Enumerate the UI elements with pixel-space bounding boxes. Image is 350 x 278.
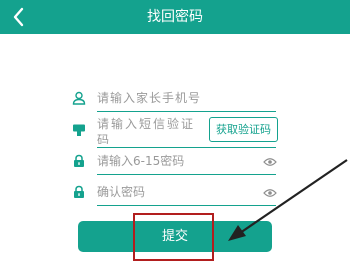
- confirm-password-input[interactable]: 确认密码: [97, 183, 145, 200]
- page-title: 找回密码: [147, 9, 203, 25]
- password-row: 请输入6-15密码: [70, 149, 277, 175]
- password-underline: [97, 174, 276, 175]
- confirm-password-row: 确认密码: [70, 180, 277, 206]
- lock-icon: [74, 185, 84, 198]
- highlight-box: [133, 213, 214, 261]
- eye-icon[interactable]: [263, 187, 277, 199]
- app-header: 找回密码: [0, 0, 350, 34]
- eye-icon[interactable]: [263, 156, 277, 168]
- sms-code-underline: [97, 147, 276, 148]
- message-icon: [73, 124, 85, 136]
- sms-code-row: 请输入短信验证码 获取验证码: [70, 112, 278, 148]
- password-input[interactable]: 请输入6-15密码: [97, 152, 184, 169]
- find-password-page: 找回密码 请输入家长手机号 请输入短信验证码 获取验证码 请输入6-15密码 确…: [0, 0, 350, 278]
- sms-code-placeholder: 请输入短信验证码: [97, 117, 196, 144]
- phone-input[interactable]: 请输入家长手机号: [97, 89, 201, 106]
- sms-code-input[interactable]: 请输入短信验证码: [97, 116, 205, 144]
- user-icon: [72, 91, 86, 105]
- get-code-button[interactable]: 获取验证码: [209, 117, 278, 142]
- phone-row: 请输入家长手机号: [70, 86, 276, 112]
- confirm-password-underline: [97, 205, 276, 206]
- lock-icon: [74, 154, 84, 167]
